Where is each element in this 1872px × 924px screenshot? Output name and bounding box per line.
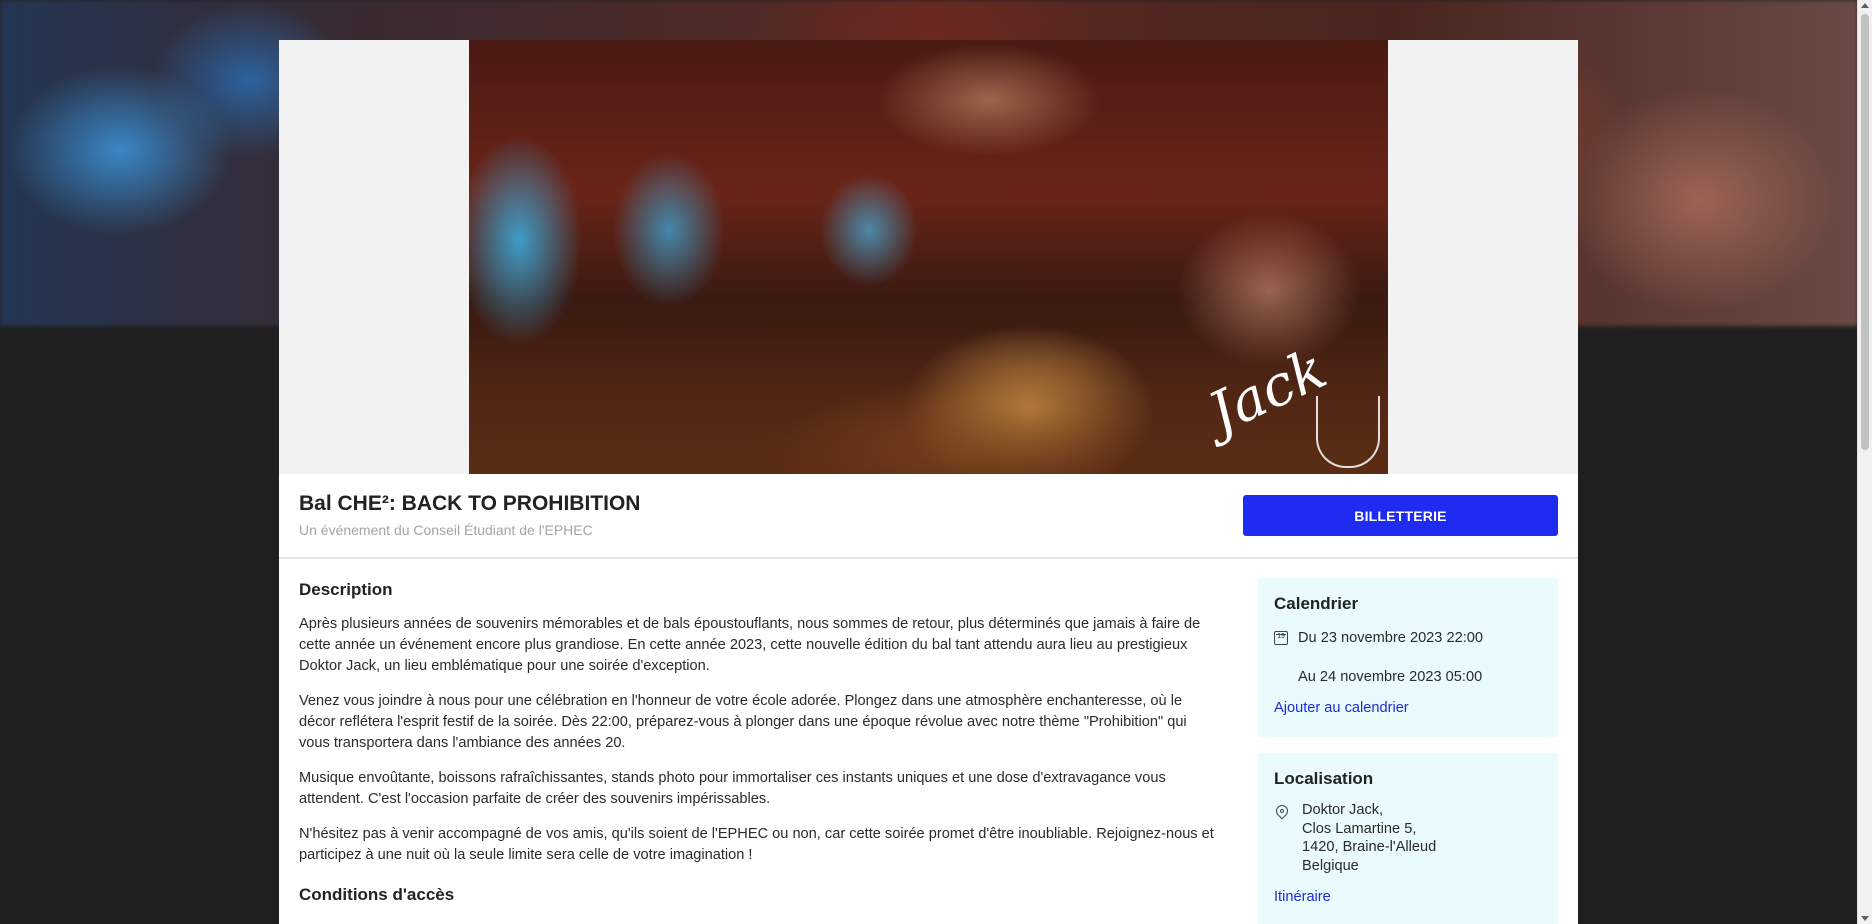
address-line: Clos Lamartine 5,	[1302, 820, 1417, 837]
address-line: Belgique	[1302, 857, 1359, 874]
event-organizer: Un événement du Conseil Étudiant de l'EP…	[299, 522, 593, 538]
calendar-heading: Calendrier	[1274, 594, 1359, 613]
event-cover-image: Jack	[469, 40, 1388, 474]
event-header: Bal CHE²: BACK TO PROHIBITION Un événeme…	[279, 474, 1578, 559]
add-to-calendar-link[interactable]: Ajouter au calendrier	[1274, 700, 1542, 716]
itinerary-link[interactable]: Itinéraire	[1274, 889, 1542, 905]
calendar-start: Du 23 novembre 2023 22:00	[1298, 630, 1483, 646]
address-row: Doktor Jack, Clos Lamartine 5, 1420, Bra…	[1273, 801, 1542, 875]
scroll-down-icon[interactable]	[1861, 916, 1869, 921]
scrollbar-thumb[interactable]	[1861, 14, 1869, 450]
calendar-box: Calendrier 19 Du 23 novembre 2023 22:00 …	[1258, 578, 1558, 737]
hero-section: Jack	[279, 40, 1578, 474]
scroll-up-icon[interactable]	[1861, 3, 1869, 8]
description-paragraph: Après plusieurs années de souvenirs mémo…	[299, 616, 1201, 674]
description-paragraph: N'hésitez pas à venir accompagné de vos …	[299, 826, 1214, 863]
description-column: Description Après plusieurs années de so…	[299, 579, 1219, 919]
event-card: Jack Bal CHE²: BACK TO PROHIBITION Un év…	[279, 40, 1578, 924]
description-heading: Description	[299, 580, 393, 599]
address-line: 1420, Braine-l'Alleud	[1302, 839, 1437, 855]
description-paragraph: Musique envoûtante, boissons rafraîchiss…	[299, 770, 1166, 807]
address: Doktor Jack, Clos Lamartine 5, 1420, Bra…	[1302, 801, 1436, 875]
ticketing-button[interactable]: BILLETTERIE	[1243, 495, 1558, 536]
location-heading: Localisation	[1274, 769, 1374, 788]
calendar-end-row: Au 24 novembre 2023 05:00	[1274, 667, 1542, 687]
page-scrollbar[interactable]	[1857, 0, 1872, 924]
description-paragraph: Venez vous joindre à nous pour une céléb…	[299, 693, 1187, 751]
calendar-icon: 19	[1274, 631, 1288, 645]
map-pin-icon	[1273, 802, 1291, 820]
venue-logo-pendant-icon	[1316, 396, 1380, 468]
calendar-start-row: 19 Du 23 novembre 2023 22:00	[1274, 628, 1542, 648]
address-line: Doktor Jack,	[1302, 802, 1384, 818]
access-conditions-heading: Conditions d'accès	[299, 885, 455, 904]
location-box: Localisation Doktor Jack, Clos Lamartine…	[1258, 753, 1558, 924]
event-title: Bal CHE²: BACK TO PROHIBITION	[299, 492, 641, 515]
calendar-end: Au 24 novembre 2023 05:00	[1298, 669, 1483, 685]
